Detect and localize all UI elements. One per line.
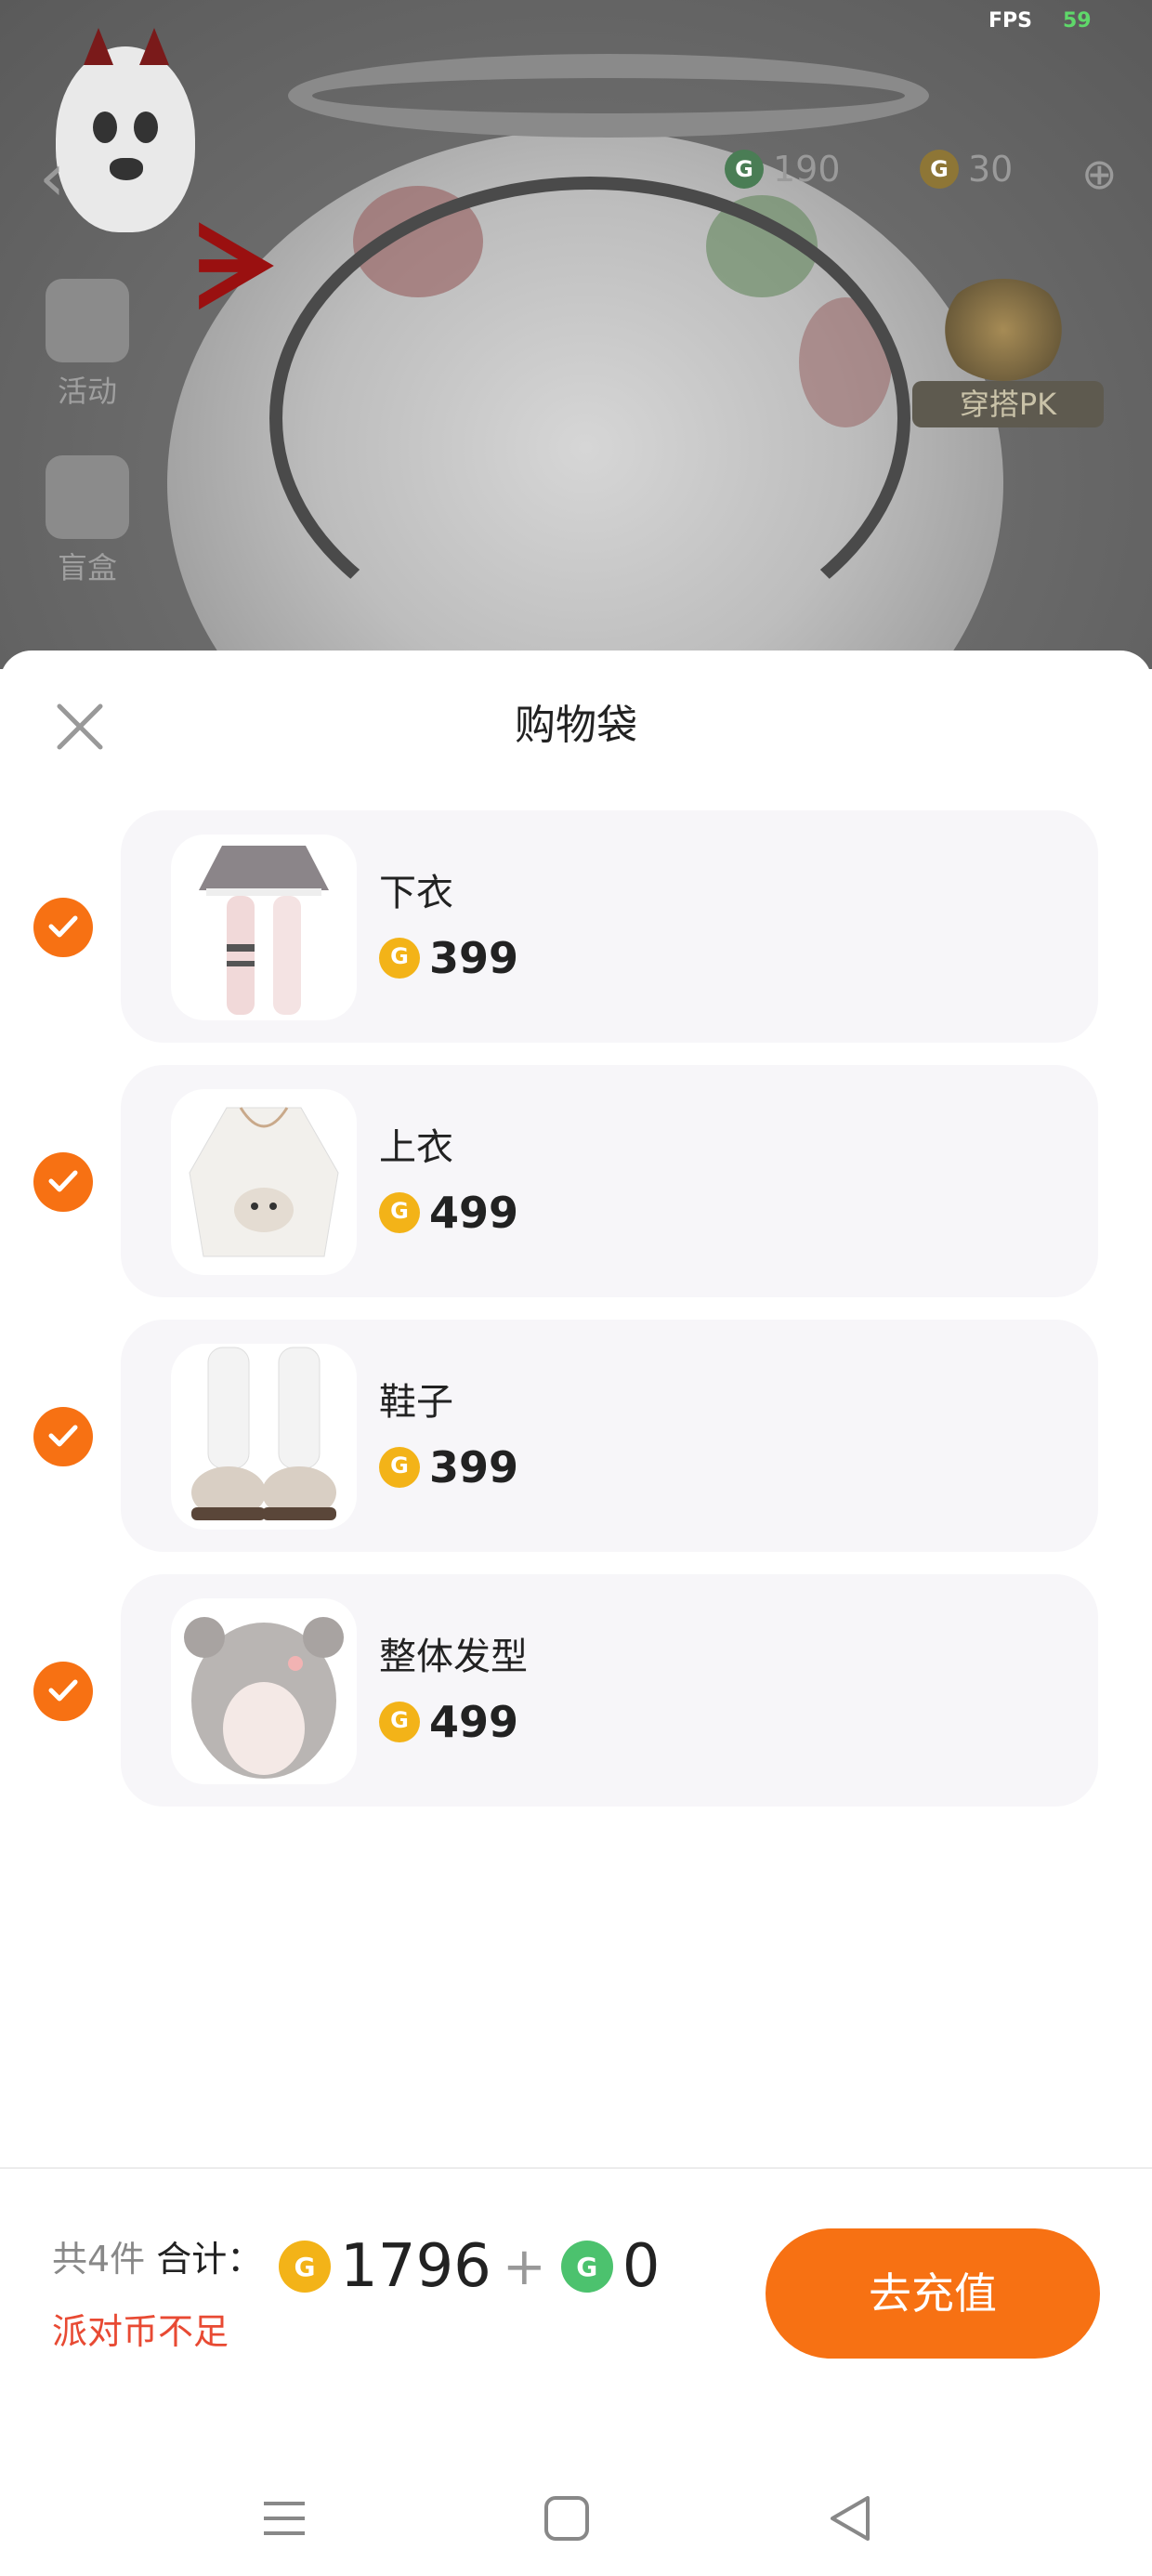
check-icon bbox=[48, 915, 78, 938]
horn bbox=[139, 28, 169, 65]
item-checkbox[interactable] bbox=[33, 1407, 93, 1466]
item-name: 上衣 bbox=[379, 1126, 453, 1169]
headband bbox=[269, 177, 910, 660]
item-price-row: 499 bbox=[379, 1697, 518, 1747]
cart-item[interactable]: 整体发型 499 bbox=[121, 1574, 1098, 1807]
green-coin-count: 190 bbox=[773, 149, 841, 190]
check-icon bbox=[48, 1170, 78, 1192]
item-price: 499 bbox=[429, 1188, 519, 1238]
back-chevron-icon[interactable]: ‹ bbox=[39, 139, 65, 216]
eye bbox=[134, 112, 158, 143]
home-icon[interactable] bbox=[539, 2491, 595, 2546]
gold-coin-icon bbox=[279, 2241, 331, 2293]
green-coin-icon: G bbox=[725, 150, 764, 189]
mouth bbox=[110, 158, 143, 180]
crown-icon bbox=[938, 279, 1068, 381]
system-navbar bbox=[0, 2453, 1152, 2576]
item-count: 共4件 bbox=[52, 2239, 146, 2280]
item-price: 399 bbox=[429, 933, 519, 983]
green-coin-icon bbox=[560, 2241, 613, 2293]
ghost-mascot bbox=[56, 28, 195, 232]
gold-coin-icon bbox=[379, 1702, 420, 1742]
check-icon bbox=[48, 1425, 78, 1447]
gold-coin-count: 30 bbox=[968, 149, 1014, 190]
anger-mark-icon: ᗒ bbox=[195, 204, 277, 334]
item-thumbnail-shoes bbox=[171, 1344, 357, 1530]
item-price: 499 bbox=[429, 1697, 519, 1747]
back-icon[interactable] bbox=[823, 2491, 879, 2546]
outfit-pk-button[interactable]: 穿搭PK bbox=[912, 381, 1104, 427]
gold-coin-icon bbox=[379, 938, 420, 979]
plus-sign: + bbox=[502, 2236, 546, 2297]
item-thumbnail-skirt bbox=[171, 835, 357, 1020]
item-count-row: 共4件 合计： bbox=[52, 2230, 262, 2281]
add-currency-icon[interactable]: ⊕ bbox=[1081, 149, 1118, 199]
halo bbox=[288, 54, 929, 138]
gold-currency: G 30 bbox=[920, 149, 1013, 190]
background-scene: ᗒ ‹ G 190 G 30 ⊕ 活动 盲盒 穿搭PK FPS 59 bbox=[0, 0, 1152, 669]
item-checkbox[interactable] bbox=[33, 1662, 93, 1721]
activity-label: 活动 bbox=[57, 374, 117, 409]
cart-item[interactable]: 下衣 399 bbox=[121, 810, 1098, 1043]
fps-label: FPS bbox=[988, 9, 1032, 33]
item-name: 整体发型 bbox=[379, 1636, 528, 1678]
horn bbox=[84, 28, 113, 65]
item-name: 下衣 bbox=[379, 872, 453, 914]
item-thumbnail-hairstyle bbox=[171, 1598, 357, 1784]
blindbox-label: 盲盒 bbox=[57, 550, 117, 585]
activity-button[interactable]: 活动 bbox=[41, 279, 134, 411]
insufficient-funds-warning: 派对币不足 bbox=[52, 2311, 229, 2352]
recharge-button[interactable]: 去充值 bbox=[766, 2228, 1100, 2359]
item-price-row: 399 bbox=[379, 1442, 518, 1492]
gold-coin-icon bbox=[379, 1447, 420, 1488]
box-icon bbox=[46, 455, 129, 539]
balloon-icon bbox=[46, 279, 129, 362]
item-checkbox[interactable] bbox=[33, 1152, 93, 1212]
eye bbox=[93, 112, 117, 143]
item-price-row: 499 bbox=[379, 1188, 518, 1238]
blindbox-button[interactable]: 盲盒 bbox=[41, 455, 134, 587]
total-amount: 1796 + 0 bbox=[279, 2232, 668, 2301]
item-price-row: 399 bbox=[379, 933, 518, 983]
footer-divider bbox=[0, 2167, 1152, 2169]
cart-item[interactable]: 鞋子 399 bbox=[121, 1320, 1098, 1552]
item-checkbox[interactable] bbox=[33, 898, 93, 957]
total-label: 合计： bbox=[156, 2239, 263, 2280]
menu-icon[interactable] bbox=[256, 2491, 312, 2546]
green-currency: G 190 bbox=[725, 149, 841, 190]
check-icon bbox=[48, 1679, 78, 1702]
cart-item[interactable]: 上衣 499 bbox=[121, 1065, 1098, 1297]
gold-total: 1796 bbox=[340, 2232, 491, 2301]
sheet-title: 购物袋 bbox=[515, 702, 637, 749]
item-thumbnail-top bbox=[171, 1089, 357, 1275]
gold-coin-icon: G bbox=[920, 150, 959, 189]
item-price: 399 bbox=[429, 1442, 519, 1492]
gold-coin-icon bbox=[379, 1192, 420, 1233]
green-total: 0 bbox=[622, 2232, 661, 2301]
item-name: 鞋子 bbox=[379, 1381, 453, 1424]
fps-value: 59 bbox=[1063, 9, 1092, 33]
